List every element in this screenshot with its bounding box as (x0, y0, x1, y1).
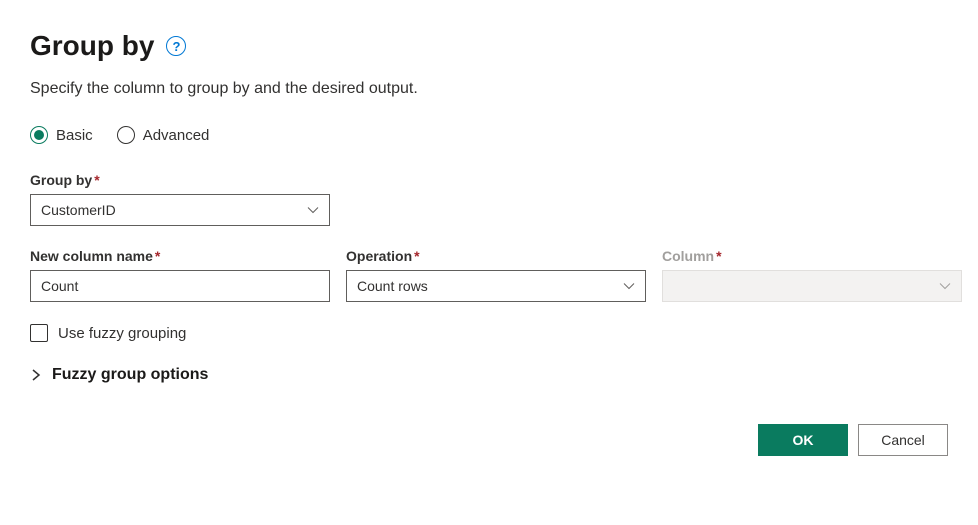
operation-value: Count rows (357, 278, 428, 294)
new-column-label-text: New column name (30, 248, 153, 264)
dialog-header: Group by ? (30, 30, 948, 62)
operation-field: Operation* Count rows (346, 248, 646, 302)
cancel-button[interactable]: Cancel (858, 424, 948, 456)
required-indicator: * (94, 172, 99, 188)
page-title: Group by (30, 30, 154, 62)
new-column-input[interactable] (30, 270, 330, 302)
mode-radio-group: Basic Advanced (30, 126, 948, 144)
chevron-right-icon (30, 369, 42, 381)
chevron-down-icon (939, 280, 951, 292)
fuzzy-options-expander[interactable]: Fuzzy group options (30, 366, 948, 384)
group-by-label: Group by* (30, 172, 948, 188)
radio-advanced[interactable]: Advanced (117, 126, 210, 144)
help-icon[interactable]: ? (166, 36, 186, 56)
required-indicator: * (155, 248, 160, 264)
fuzzy-checkbox-row[interactable]: Use fuzzy grouping (30, 324, 948, 342)
chevron-down-icon (307, 204, 319, 216)
chevron-down-icon (623, 280, 635, 292)
dialog-footer: OK Cancel (30, 424, 948, 456)
aggregation-row: New column name* Operation* Count rows C… (30, 248, 948, 302)
new-column-label: New column name* (30, 248, 330, 264)
fuzzy-checkbox-label: Use fuzzy grouping (58, 325, 186, 342)
radio-advanced-circle (117, 126, 135, 144)
column-field: Column* (662, 248, 962, 302)
operation-label-text: Operation (346, 248, 412, 264)
group-by-label-text: Group by (30, 172, 92, 188)
group-by-field: Group by* CustomerID (30, 172, 948, 226)
group-by-value: CustomerID (41, 202, 116, 218)
radio-basic[interactable]: Basic (30, 126, 93, 144)
required-indicator: * (716, 248, 721, 264)
ok-button[interactable]: OK (758, 424, 848, 456)
radio-basic-circle (30, 126, 48, 144)
radio-basic-dot (34, 130, 44, 140)
operation-label: Operation* (346, 248, 646, 264)
radio-basic-label: Basic (56, 127, 93, 144)
fuzzy-options-label: Fuzzy group options (52, 366, 208, 384)
column-select (662, 270, 962, 302)
new-column-field: New column name* (30, 248, 330, 302)
fuzzy-checkbox[interactable] (30, 324, 48, 342)
group-by-select[interactable]: CustomerID (30, 194, 330, 226)
operation-select[interactable]: Count rows (346, 270, 646, 302)
column-label-text: Column (662, 248, 714, 264)
radio-advanced-label: Advanced (143, 127, 210, 144)
column-label: Column* (662, 248, 962, 264)
dialog-description: Specify the column to group by and the d… (30, 80, 948, 98)
required-indicator: * (414, 248, 419, 264)
